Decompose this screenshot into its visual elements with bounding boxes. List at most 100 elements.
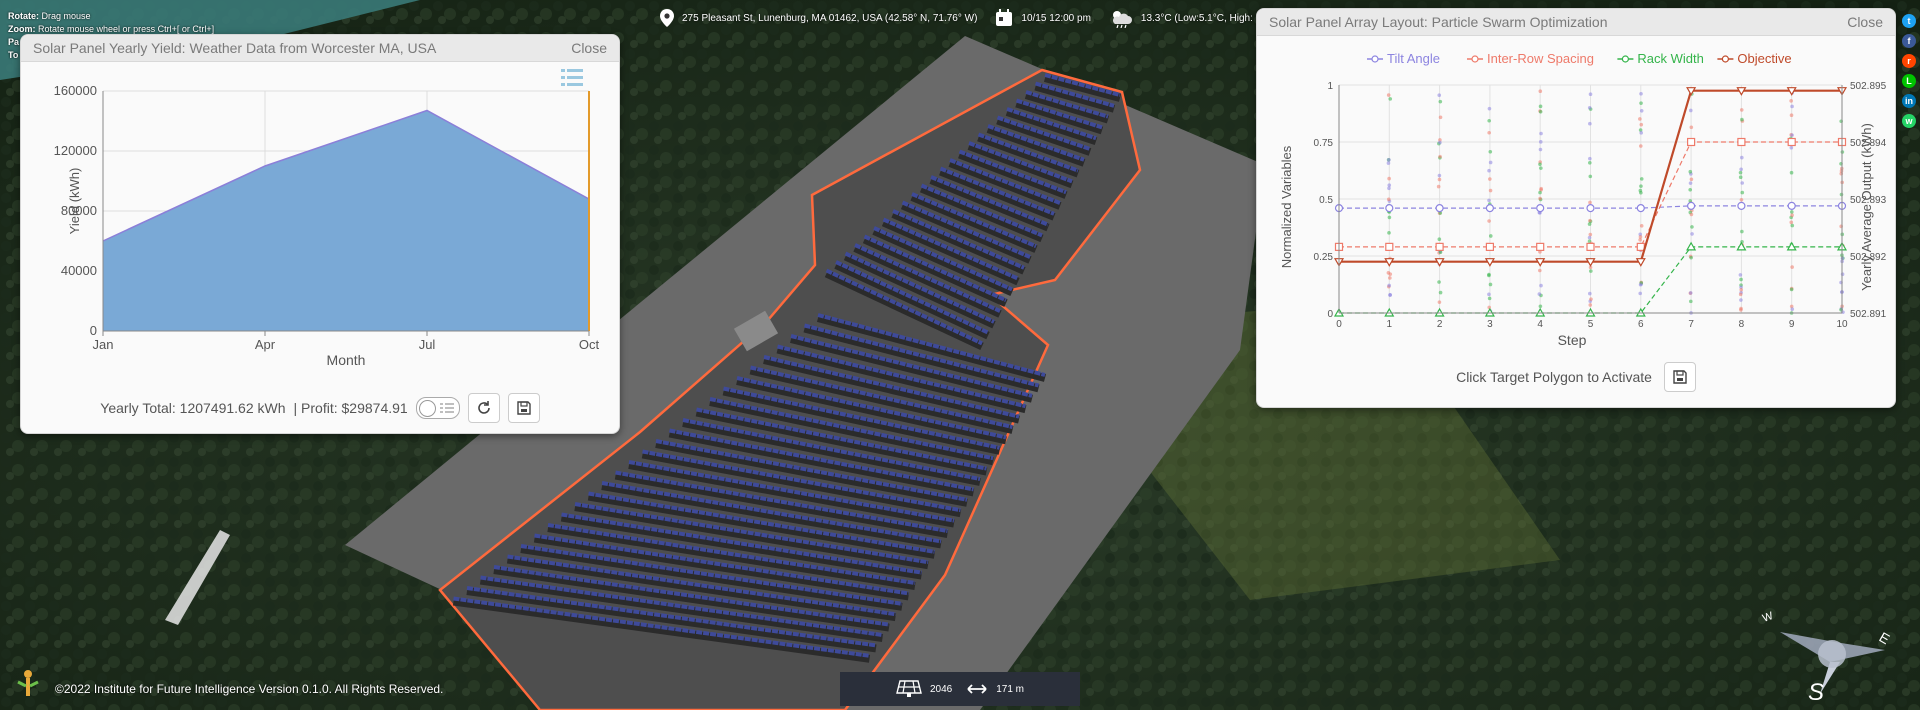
distance-text: 171 m — [996, 683, 1025, 695]
particle-point — [1638, 291, 1643, 296]
particle-point — [1639, 177, 1644, 181]
particle-point — [1740, 117, 1744, 122]
particle-point — [1789, 113, 1794, 118]
yield-footer: Yearly Total: 1207491.62 kWh | Profit: $… — [21, 393, 619, 423]
particle-point — [1639, 108, 1644, 113]
list-icon[interactable] — [561, 69, 583, 86]
particle-point — [1388, 272, 1393, 276]
particle-point — [1588, 156, 1592, 161]
particle-point — [1588, 160, 1592, 165]
save-icon — [517, 401, 531, 415]
particle-point — [1688, 187, 1693, 192]
legend-label: Rack Width — [1637, 51, 1703, 66]
particle-point — [1387, 215, 1392, 220]
series-point — [1435, 204, 1444, 213]
particle-point — [1789, 220, 1794, 225]
pso-close-button[interactable]: Close — [1847, 14, 1883, 30]
particle-point — [1738, 273, 1743, 277]
compass-west-label: W — [1761, 610, 1775, 625]
save-pso-button[interactable] — [1663, 362, 1696, 392]
particle-point — [1690, 225, 1694, 229]
status-bar: 2046 171 m — [840, 672, 1080, 706]
yield-mode-toggle[interactable] — [415, 397, 460, 419]
save-yield-button[interactable] — [507, 393, 540, 423]
x-tick-label: 9 — [1789, 319, 1795, 330]
line-icon[interactable]: L — [1902, 74, 1916, 88]
map-pin-icon[interactable] — [660, 9, 674, 27]
profit-text: | Profit: $29874.91 — [293, 400, 408, 416]
x-tick-label: 3 — [1487, 319, 1493, 330]
particle-point — [1639, 122, 1644, 127]
compass-widget[interactable]: W E S — [1750, 592, 1900, 702]
particle-point — [1588, 200, 1592, 205]
particle-point — [1386, 161, 1391, 165]
particle-point — [1739, 277, 1743, 282]
particle-point — [1639, 91, 1643, 96]
particle-point — [1739, 197, 1744, 202]
particle-point — [1738, 292, 1743, 297]
pso-panel: Solar Panel Array Layout: Particle Swarm… — [1256, 8, 1896, 408]
particle-point — [1437, 93, 1442, 98]
yield-close-button[interactable]: Close — [571, 40, 607, 56]
particle-point — [1588, 303, 1593, 307]
linkedin-icon[interactable]: in — [1902, 94, 1916, 108]
legend-label: Inter-Row Spacing — [1487, 51, 1594, 66]
particle-point — [1739, 287, 1744, 292]
x-tick-label: 5 — [1588, 319, 1594, 330]
particle-point — [1538, 147, 1543, 152]
particle-point — [1437, 173, 1442, 178]
pso-x-axis-label: Step — [1558, 332, 1587, 348]
particle-point — [1487, 305, 1492, 310]
series-point — [1787, 201, 1796, 210]
particle-point — [1387, 186, 1391, 191]
pso-panel-title: Solar Panel Array Layout: Particle Swarm… — [1269, 14, 1608, 30]
particle-point — [1538, 140, 1543, 144]
twitter-icon[interactable]: t — [1902, 14, 1916, 28]
particle-point — [1488, 160, 1493, 165]
address-text: 275 Pleasant St, Lunenburg, MA 01462, US… — [682, 12, 978, 24]
top-info-bar: 275 Pleasant St, Lunenburg, MA 01462, US… — [660, 8, 1279, 28]
particle-point — [1789, 287, 1794, 292]
x-tick-label: 1 — [1387, 319, 1393, 330]
particle-point — [1487, 198, 1491, 203]
series-point — [1636, 204, 1645, 213]
reddit-icon[interactable]: r — [1902, 54, 1916, 68]
particle-point — [1588, 174, 1593, 179]
particle-point — [1387, 183, 1392, 188]
particle-point — [1438, 99, 1443, 104]
series-point — [1485, 204, 1494, 213]
particle-point — [1488, 177, 1492, 181]
pso-y2-axis-label: Yearly Average Output (kWh) — [1859, 123, 1874, 291]
yield-x-axis-label: Month — [327, 352, 366, 368]
series-point — [1536, 242, 1545, 251]
refresh-button[interactable] — [467, 393, 500, 423]
whatsapp-icon[interactable]: w — [1902, 114, 1916, 128]
particle-point — [1589, 269, 1593, 273]
particle-point — [1538, 268, 1542, 273]
legend-marker — [1471, 55, 1479, 63]
particle-point — [1488, 282, 1493, 287]
yield-panel-header[interactable]: Solar Panel Yearly Yield: Weather Data f… — [21, 35, 619, 62]
particle-point — [1789, 210, 1794, 214]
particle-point — [1437, 237, 1442, 242]
particle-point — [1538, 190, 1542, 195]
particle-point — [1690, 232, 1694, 236]
legend-label: Objective — [1737, 51, 1791, 66]
particle-point — [1387, 158, 1391, 162]
calendar-icon[interactable] — [995, 9, 1013, 27]
particle-point — [1638, 235, 1643, 239]
facebook-icon[interactable]: f — [1902, 34, 1916, 48]
particle-point — [1388, 97, 1393, 101]
particle-point — [1387, 283, 1391, 288]
particle-point — [1740, 190, 1745, 195]
particle-point — [1538, 196, 1542, 201]
x-tick-label: 2 — [1437, 319, 1443, 330]
panel-count-text: 2046 — [929, 683, 953, 695]
y-tick-label: 0 — [1327, 309, 1333, 320]
y-tick-label: 0.75 — [1314, 138, 1334, 149]
particle-point — [1488, 234, 1493, 238]
particle-point — [1387, 176, 1391, 181]
weather-cloud-sun-icon[interactable] — [1109, 8, 1133, 28]
pso-panel-header[interactable]: Solar Panel Array Layout: Particle Swarm… — [1257, 9, 1895, 36]
y2-tick-label: 502.895 — [1850, 81, 1887, 92]
